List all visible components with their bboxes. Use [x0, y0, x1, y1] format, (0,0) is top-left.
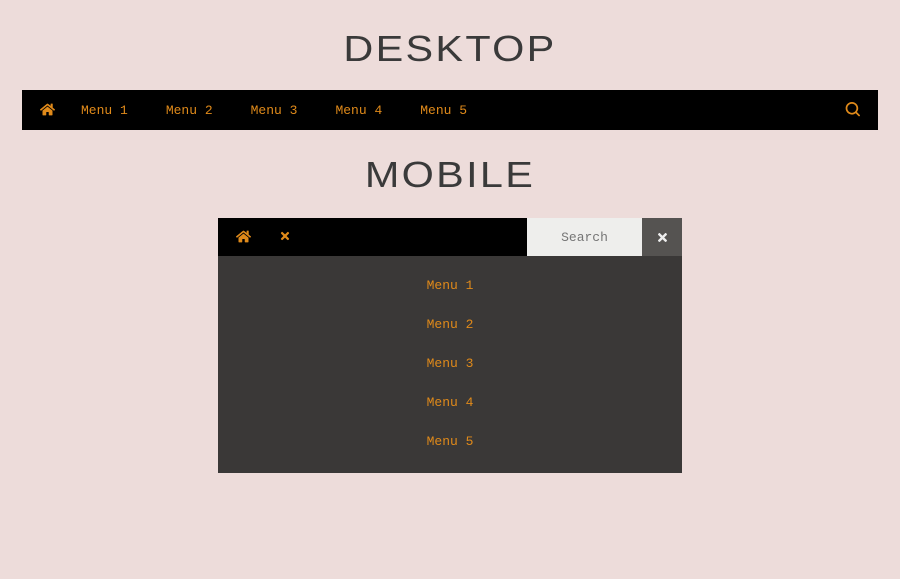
desktop-menu-item[interactable]: Menu 3 [251, 103, 298, 118]
home-icon[interactable] [40, 102, 55, 119]
desktop-menu-item[interactable]: Menu 1 [81, 103, 128, 118]
mobile-menu-item[interactable]: Menu 5 [218, 422, 682, 461]
mobile-navbar: Menu 1 Menu 2 Menu 3 Menu 4 Menu 5 [218, 218, 682, 473]
desktop-menu-item[interactable]: Menu 5 [420, 103, 467, 118]
mobile-menu-list: Menu 1 Menu 2 Menu 3 Menu 4 Menu 5 [218, 256, 682, 473]
mobile-menu-item[interactable]: Menu 4 [218, 383, 682, 422]
home-icon[interactable] [218, 229, 265, 246]
mobile-menu-item[interactable]: Menu 2 [218, 305, 682, 344]
mobile-menu-item[interactable]: Menu 3 [218, 344, 682, 383]
desktop-navbar: Menu 1 Menu 2 Menu 3 Menu 4 Menu 5 [22, 90, 878, 130]
mobile-topbar [218, 218, 682, 256]
heading-mobile: MOBILE [0, 130, 900, 218]
search-icon[interactable] [845, 102, 860, 119]
desktop-menu-item[interactable]: Menu 4 [335, 103, 382, 118]
desktop-menu-item[interactable]: Menu 2 [166, 103, 213, 118]
mobile-menu-item[interactable]: Menu 1 [218, 266, 682, 305]
heading-desktop: DESKTOP [0, 0, 900, 90]
close-search-icon[interactable] [642, 218, 682, 256]
close-icon[interactable] [265, 229, 305, 245]
search-input[interactable] [527, 218, 642, 256]
